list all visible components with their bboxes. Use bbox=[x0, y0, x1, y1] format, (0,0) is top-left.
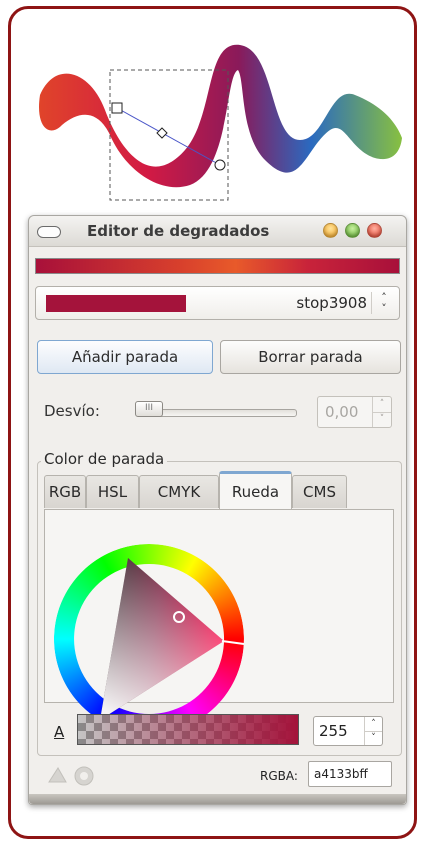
color-wheel[interactable] bbox=[54, 544, 244, 734]
spin-up-icon[interactable]: ˄ bbox=[373, 397, 391, 413]
window-title: Editor de degradados bbox=[87, 222, 270, 240]
dialog-bottom-edge bbox=[29, 794, 406, 804]
gradient-preview-bar[interactable] bbox=[35, 258, 400, 274]
canvas-gradient-artwork[interactable] bbox=[0, 0, 429, 215]
gradient-editor-dialog: Editor de degradados stop3908 ˄ ˅ Añadir … bbox=[28, 215, 407, 805]
gradient-mid-stop-handle[interactable] bbox=[156, 127, 168, 139]
delete-stop-button[interactable]: Borrar parada bbox=[220, 340, 401, 374]
offset-value: 0,00 bbox=[325, 403, 359, 421]
gradient-start-handle[interactable] bbox=[111, 102, 123, 114]
rgba-input[interactable]: a4133bff bbox=[308, 761, 392, 787]
close-icon[interactable] bbox=[367, 223, 382, 238]
tab-rueda[interactable]: Rueda bbox=[219, 471, 292, 509]
spin-down-icon[interactable]: ˅ bbox=[373, 412, 391, 427]
alpha-label: A bbox=[54, 723, 65, 741]
offset-label: Desvío: bbox=[44, 402, 100, 420]
alpha-value: 255 bbox=[319, 722, 348, 740]
gradient-end-handle[interactable] bbox=[214, 159, 226, 171]
color-managed-icons bbox=[48, 766, 94, 786]
spin-up-icon[interactable]: ˄ bbox=[365, 717, 382, 732]
spin-down-icon[interactable]: ˅ bbox=[365, 731, 382, 745]
alpha-slider[interactable] bbox=[77, 714, 299, 745]
stop-color-group-label: Color de parada bbox=[41, 450, 168, 468]
out-of-gamut-icon bbox=[48, 767, 67, 783]
offset-spin-arrows[interactable]: ˄ ˅ bbox=[372, 397, 391, 427]
rgba-label: RGBA: bbox=[260, 769, 298, 783]
maximize-icon[interactable] bbox=[345, 223, 360, 238]
minimize-icon[interactable] bbox=[323, 223, 338, 238]
window-menu-icon[interactable] bbox=[37, 226, 61, 238]
tab-cmyk[interactable]: CMYK bbox=[139, 475, 219, 508]
offset-slider-track[interactable] bbox=[147, 409, 297, 417]
alpha-spin-arrows[interactable]: ˄ ˅ bbox=[364, 717, 382, 745]
tab-cms[interactable]: CMS bbox=[292, 475, 347, 508]
add-stop-button[interactable]: Añadir parada bbox=[37, 340, 213, 374]
combo-updown-icon: ˄ ˅ bbox=[371, 292, 393, 314]
stop-selector-combo[interactable]: stop3908 ˄ ˅ bbox=[35, 286, 400, 320]
title-bar[interactable]: Editor de degradados bbox=[29, 216, 406, 247]
offset-slider-thumb[interactable]: III bbox=[135, 401, 163, 417]
tab-rgb[interactable]: RGB bbox=[44, 475, 86, 508]
alpha-spinbox[interactable]: 255 ˄ ˅ bbox=[313, 716, 383, 746]
tab-hsl[interactable]: HSL bbox=[86, 475, 139, 508]
stop-color-swatch bbox=[46, 295, 186, 312]
offset-spinbox[interactable]: 0,00 ˄ ˅ bbox=[317, 396, 392, 428]
stop-name-label: stop3908 bbox=[296, 294, 367, 312]
